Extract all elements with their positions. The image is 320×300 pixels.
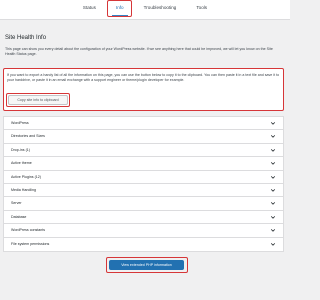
section-label: Database [11,214,27,219]
copy-info-box: If you want to export a handy list of al… [3,68,284,111]
tabs-nav: Status Info Troubleshooting Tools [0,2,290,20]
chevron-down-icon [270,202,276,206]
chevron-down-icon [270,189,276,192]
section-label: File system permissions [11,241,50,246]
chevron-down-icon [270,215,276,219]
section-wordpress[interactable]: WordPress [4,117,283,131]
section-label: Drop-ins (1) [11,147,30,152]
section-file-system-permissions[interactable]: File system permissions [4,238,283,251]
section-label: Server [11,201,22,206]
chevron-down-icon [270,229,276,232]
intro-text: This page can show you every detail abou… [5,47,273,56]
section-database[interactable]: Database [4,211,283,225]
chevron-down-icon [270,162,276,165]
section-label: WordPress [11,121,29,125]
copy-site-info-button[interactable]: Copy site info to clipboard [8,95,68,105]
section-media-handling[interactable]: Media Handling [4,184,283,198]
copy-instructions: If you want to export a handy list of al… [7,73,280,82]
tab-tools[interactable]: Tools [186,2,217,18]
section-label: WordPress constants [11,228,46,233]
chevron-down-icon [270,175,276,179]
section-drop-ins[interactable]: Drop-ins (1) [4,144,283,158]
section-active-theme[interactable]: Active theme [4,157,283,171]
section-label: Media Handling [11,187,36,192]
section-wordpress-constants[interactable]: WordPress constants [4,224,283,238]
site-info-accordion: WordPress Directories and Sizes Drop-ins… [3,116,284,252]
section-directories-and-sizes[interactable]: Directories and Sizes [4,130,283,144]
section-label: Active theme [11,161,32,166]
section-active-plugins[interactable]: Active Plugins (12) [4,171,283,184]
section-label: Active Plugins (12) [11,174,41,179]
extended-button-highlight: View extended PHP information [106,257,188,273]
chevron-down-icon [270,122,276,125]
main-content: Site Health Info This page can show you … [5,26,285,57]
top-bar: Status Info Troubleshooting Tools [0,0,290,20]
section-label: Directories and Sizes [11,134,45,139]
tab-status[interactable]: Status [73,2,106,18]
view-extended-php-info-button[interactable]: View extended PHP information [109,260,184,270]
chevron-down-icon [270,135,276,139]
section-server[interactable]: Server [4,197,283,211]
tab-troubleshooting[interactable]: Troubleshooting [134,2,187,18]
page-title: Site Health Info [5,35,47,41]
chevron-down-icon [270,148,276,152]
chevron-down-icon [270,242,276,246]
tab-info[interactable]: Info [106,2,134,18]
